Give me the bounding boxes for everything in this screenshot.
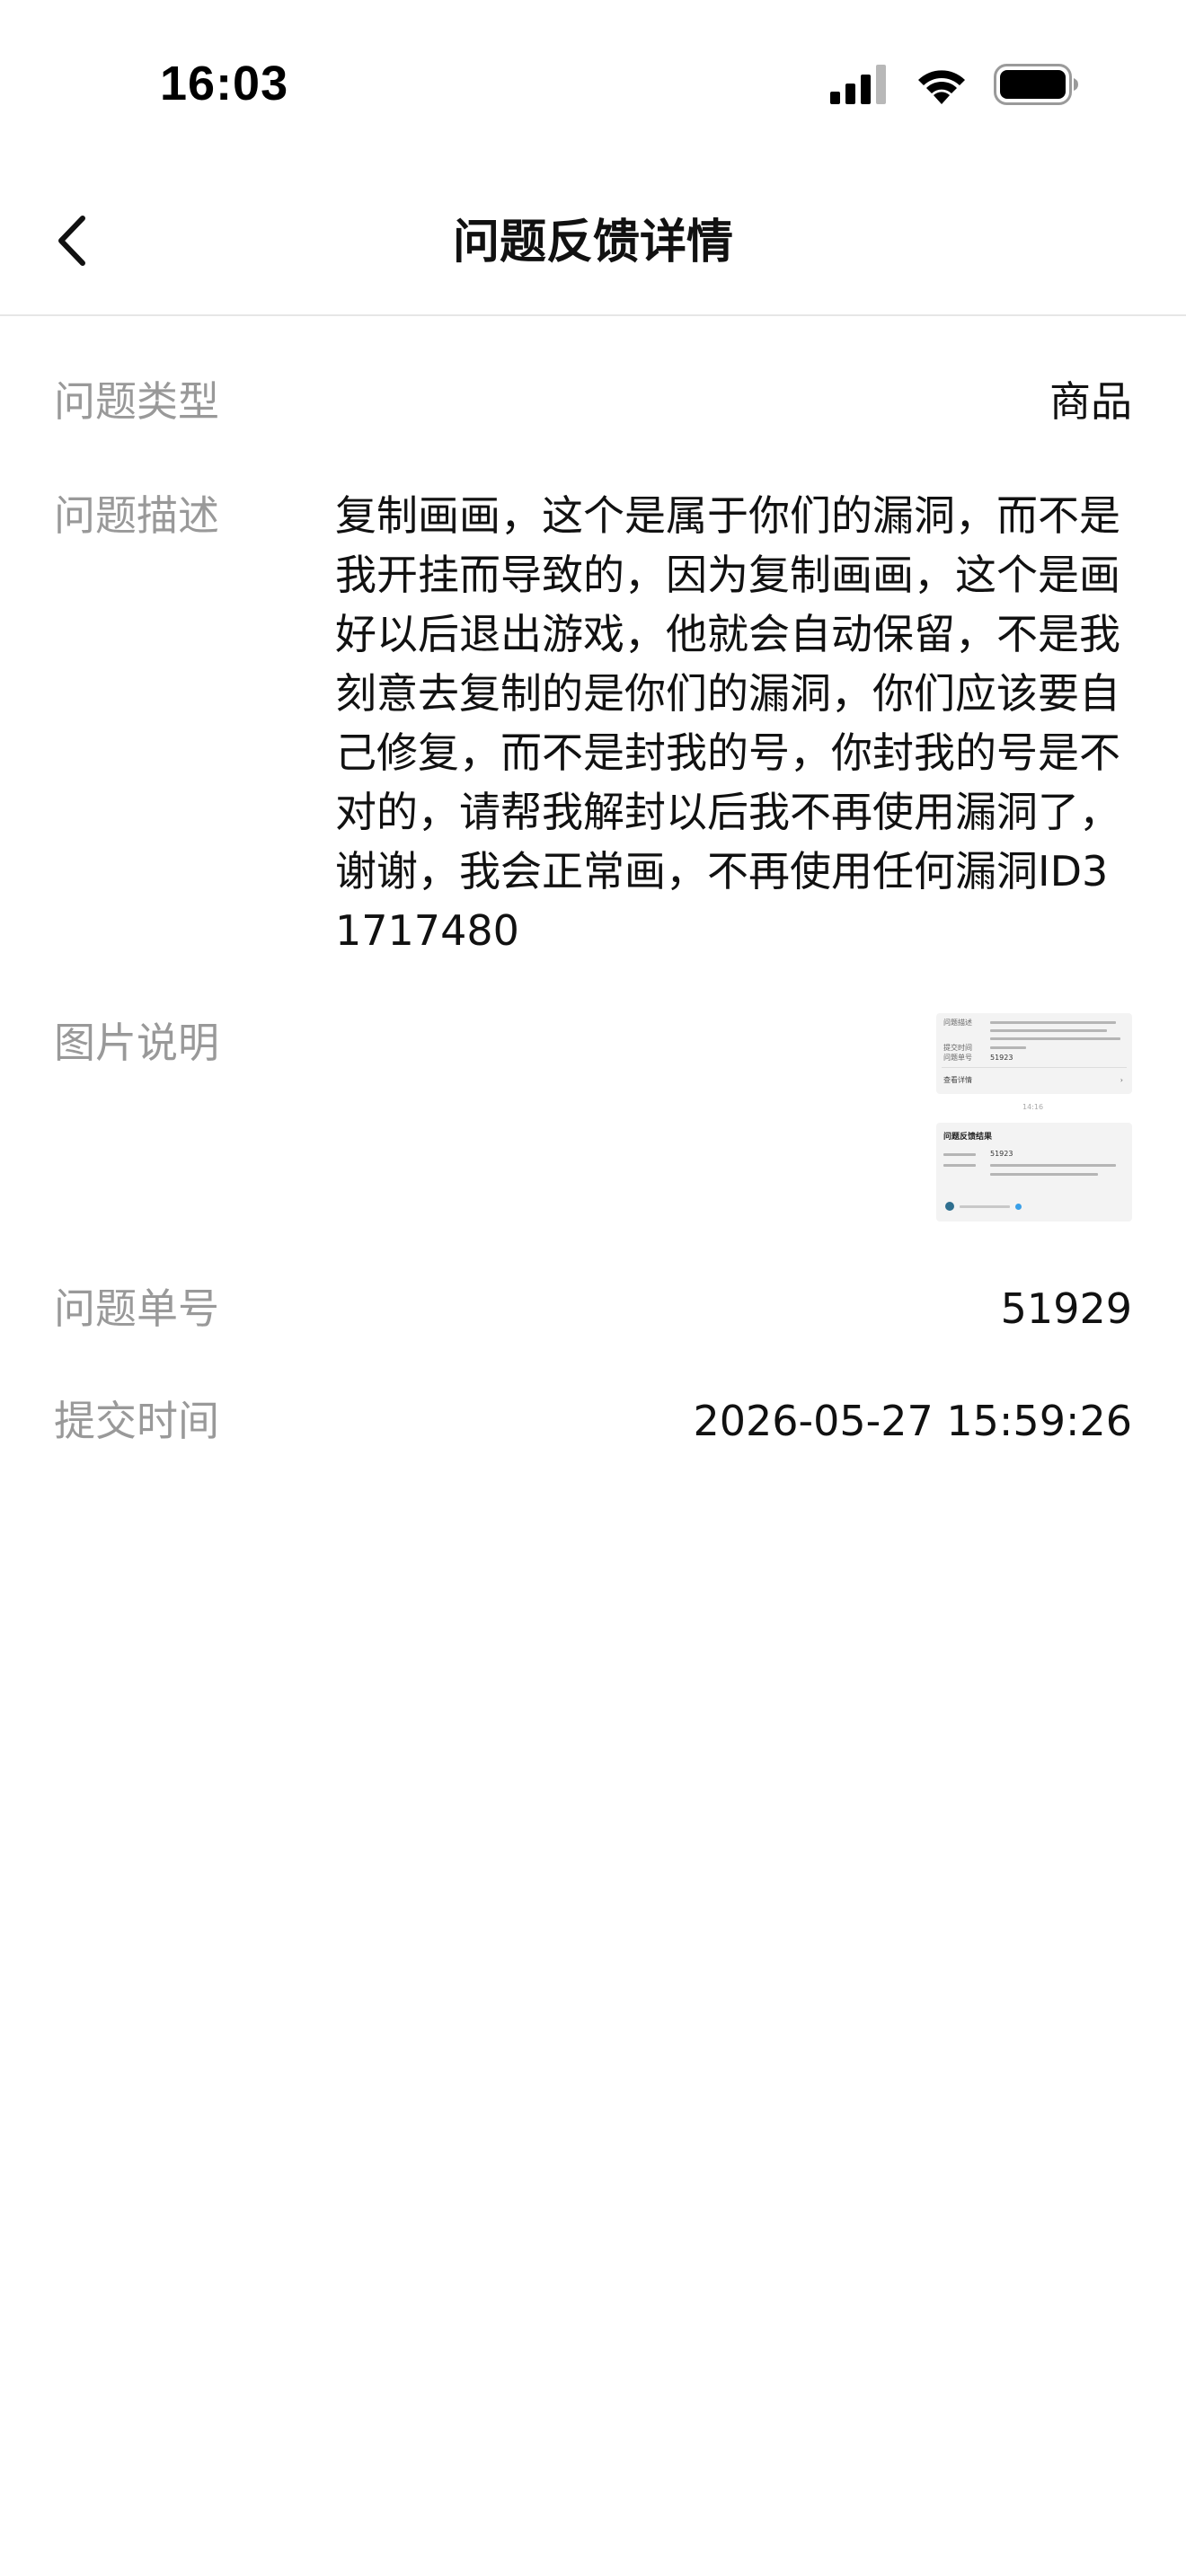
- issue-description-row: 问题描述 复制画画，这个是属于你们的漏洞，而不是我开挂而导致的，因为复制画画，这…: [54, 486, 1132, 962]
- submit-time-row: 提交时间 2026-05-27 15:59:26: [54, 1391, 1132, 1451]
- status-bar: 16:03: [0, 0, 1186, 171]
- thumbnail-text-line: [990, 1164, 1116, 1167]
- page-title: 问题反馈详情: [452, 216, 733, 269]
- thumbnail-row-label-3: 问题单号: [943, 1054, 972, 1062]
- thumbnail-text-line: [943, 1153, 976, 1156]
- thumbnail-view-details: 查看详情: [943, 1076, 972, 1084]
- ticket-number-row: 问题单号 51929: [54, 1279, 1132, 1338]
- issue-type-row: 问题类型 商品: [54, 372, 1132, 431]
- thumbnail-time: 14:16: [1022, 1103, 1044, 1111]
- attached-image-thumbnail[interactable]: 问题描述 提交时间 问题单号 51923 查看详情 › 14:16 问题反馈结果…: [936, 1013, 1132, 1222]
- thumbnail-chevron-right-icon: ›: [1120, 1076, 1123, 1084]
- thumbnail-text-line: [990, 1021, 1116, 1024]
- nav-bar: 问题反馈详情: [0, 171, 1186, 316]
- thumbnail-text-line: [990, 1173, 1098, 1176]
- cellular-signal-icon: [830, 65, 890, 108]
- thumbnail-card-title: 问题反馈结果: [943, 1133, 993, 1142]
- thumbnail-text-line: [960, 1205, 1010, 1208]
- thumbnail-number-2: 51923: [990, 1150, 1013, 1158]
- thumbnail-text-line: [990, 1037, 1120, 1040]
- image-description-label: 图片说明: [54, 1019, 219, 1067]
- thumbnail-divider: [942, 1067, 1127, 1068]
- thumbnail-row-label-1: 问题描述: [943, 1019, 972, 1027]
- thumbnail-card-2: 问题反馈结果 51923: [936, 1123, 1132, 1222]
- issue-type-label: 问题类型: [54, 377, 219, 426]
- thumbnail-card-1: 问题描述 提交时间 问题单号 51923 查看详情 ›: [936, 1013, 1132, 1094]
- thumbnail-row-label-2: 提交时间: [943, 1044, 972, 1052]
- issue-type-value: 商品: [1049, 377, 1132, 426]
- thumbnail-verified-icon: [1015, 1204, 1022, 1210]
- status-time: 16:03: [160, 57, 289, 110]
- thumbnail-number-1: 51923: [990, 1054, 1013, 1062]
- submit-time-value: 2026-05-27 15:59:26: [693, 1397, 1132, 1445]
- wifi-icon: [915, 65, 969, 108]
- thumbnail-text-line: [943, 1164, 976, 1167]
- thumbnail-avatar-icon: [945, 1202, 954, 1211]
- battery-icon: [994, 64, 1078, 109]
- submit-time-label: 提交时间: [54, 1397, 219, 1445]
- status-icons: [830, 64, 1078, 109]
- ticket-number-value: 51929: [1000, 1284, 1132, 1333]
- thumbnail-text-line: [990, 1029, 1107, 1032]
- thumbnail-text-line: [990, 1046, 1026, 1049]
- issue-description-value: 复制画画，这个是属于你们的漏洞，而不是我开挂而导致的，因为复制画画，这个是画好以…: [335, 491, 1120, 955]
- issue-description-label: 问题描述: [54, 491, 219, 540]
- image-description-row: 图片说明 问题描述 提交时间 问题单号 51923 查看详情 › 14:16 问…: [54, 1013, 1132, 1229]
- ticket-number-label: 问题单号: [54, 1284, 219, 1333]
